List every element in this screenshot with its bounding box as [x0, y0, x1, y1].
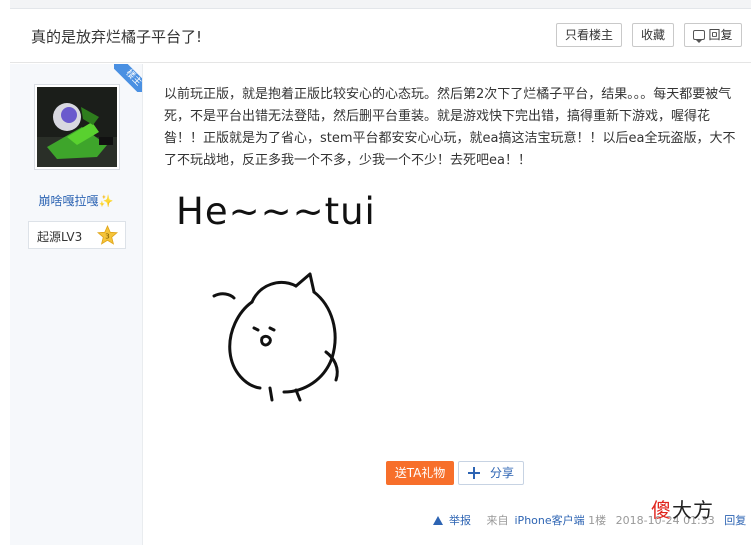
watermark-first-char: 傻	[651, 498, 672, 522]
level-name: 起源LV3	[37, 230, 83, 244]
reply-button-label: 回复	[708, 28, 733, 42]
watermark-rest: 大方	[672, 498, 714, 522]
top-strip	[10, 0, 751, 9]
level-box: 起源LV3 3	[28, 221, 126, 249]
sticker-cat-drawing	[212, 272, 339, 402]
warning-icon	[433, 516, 443, 525]
reply-icon	[693, 30, 706, 43]
avatar-image	[37, 87, 117, 167]
from-prefix: 来自	[486, 514, 509, 527]
level-star-icon: 3	[97, 225, 118, 245]
report-link[interactable]: 举报	[433, 512, 477, 528]
username-link[interactable]: 崩啥嘎拉嘎✨	[10, 192, 142, 209]
post-body: 以前玩正版，就是抱着正版比较安心的心态玩。然后第2次下了烂橘子平台，结果。。。每…	[164, 87, 736, 168]
author-sidebar: 楼主 崩啥嘎拉嘎✨ 起源LV3 3	[10, 64, 143, 545]
client-link[interactable]: iPhone客户端	[515, 512, 585, 528]
share-label: 分享	[490, 466, 515, 480]
floor-reply-link[interactable]: 回复	[724, 512, 746, 528]
level-number: 3	[105, 232, 110, 241]
plus-icon	[468, 467, 480, 479]
share-button[interactable]: 分享	[458, 461, 524, 485]
thread-title: 真的是放弃烂橘子平台了!	[31, 28, 203, 46]
sticker-caption: He~~~tui	[176, 190, 376, 233]
sticker-image: He~~~tui	[164, 190, 414, 430]
thread-header: 真的是放弃烂橘子平台了! 只看楼主 收藏 回复	[10, 9, 751, 63]
floor-number: 1楼	[588, 514, 607, 527]
avatar[interactable]	[34, 84, 120, 170]
send-gift-button[interactable]: 送TA礼物	[386, 461, 454, 485]
watermark: 傻大方	[651, 494, 714, 523]
post: 楼主 崩啥嘎拉嘎✨ 起源LV3 3 以前玩正版，就是抱着正版比较安心的心态玩。然…	[10, 64, 751, 545]
report-label: 举报	[449, 514, 471, 527]
favorite-button[interactable]: 收藏	[632, 23, 674, 47]
reply-button[interactable]: 回复	[684, 23, 742, 47]
only-op-button[interactable]: 只看楼主	[556, 23, 622, 47]
